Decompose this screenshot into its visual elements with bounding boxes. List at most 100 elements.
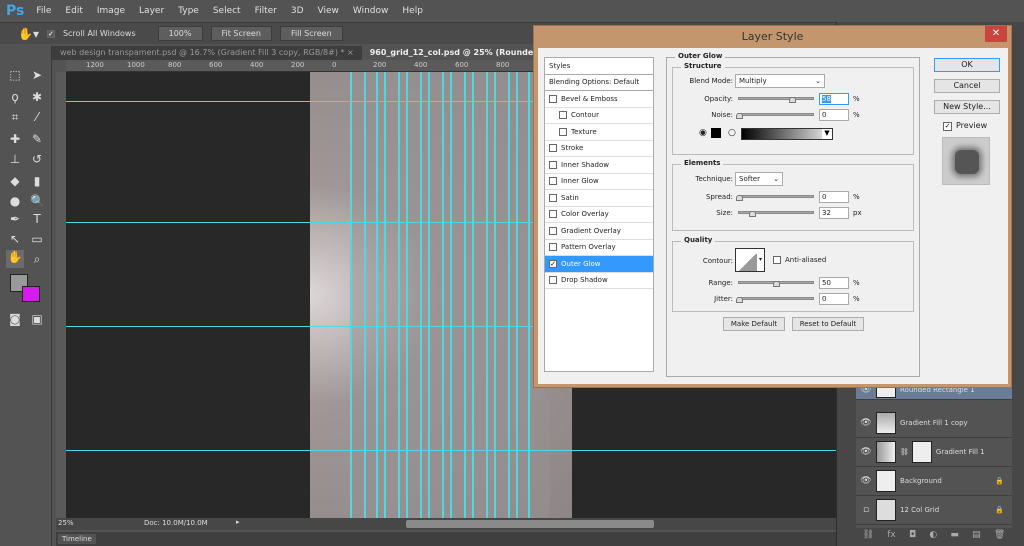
style-item-color-overlay[interactable]: Color Overlay bbox=[545, 207, 653, 223]
anti-aliased-checkbox[interactable] bbox=[773, 256, 781, 264]
vertical-guide[interactable] bbox=[384, 72, 386, 518]
blend-mode-select[interactable]: Multiply ⌄ bbox=[735, 74, 825, 88]
style-item-drop-shadow[interactable]: Drop Shadow bbox=[545, 273, 653, 289]
slider-knob[interactable] bbox=[736, 195, 743, 201]
menu-file[interactable]: File bbox=[36, 6, 51, 16]
size-input[interactable]: 32 bbox=[819, 207, 849, 219]
vertical-guide[interactable] bbox=[472, 72, 474, 518]
vertical-guide[interactable] bbox=[528, 72, 530, 518]
slider-knob[interactable] bbox=[773, 281, 780, 287]
slider-knob[interactable] bbox=[749, 211, 756, 217]
jitter-input[interactable]: 0 bbox=[819, 293, 849, 305]
vertical-guide[interactable] bbox=[420, 72, 422, 518]
menu-type[interactable]: Type bbox=[178, 6, 199, 16]
history-brush-icon[interactable]: ↺ bbox=[30, 152, 44, 166]
technique-select[interactable]: Softer ⌄ bbox=[735, 172, 783, 186]
vertical-guide[interactable] bbox=[398, 72, 400, 518]
tab-close-icon[interactable]: × bbox=[347, 48, 354, 57]
zoom-level[interactable]: 25% bbox=[58, 519, 74, 527]
menu-view[interactable]: View bbox=[318, 6, 339, 16]
tab-960-grid[interactable]: 960_grid_12_col.psd @ 25% (Rounded Recta bbox=[361, 46, 542, 60]
style-checkbox[interactable] bbox=[549, 144, 557, 153]
crop-tool-icon[interactable]: ⌗ bbox=[8, 110, 22, 124]
glow-color-swatch[interactable] bbox=[711, 128, 721, 138]
pen-tool-icon[interactable]: ✒ bbox=[8, 212, 22, 226]
vertical-guide[interactable] bbox=[428, 72, 430, 518]
vertical-guide[interactable] bbox=[450, 72, 452, 518]
vertical-guide[interactable] bbox=[364, 72, 366, 518]
quick-mask-icon[interactable]: ◙ bbox=[8, 312, 22, 326]
screen-mode-icon[interactable]: ▣ bbox=[30, 312, 44, 326]
style-item-inner-glow[interactable]: Inner Glow bbox=[545, 174, 653, 190]
menu-help[interactable]: Help bbox=[402, 6, 423, 16]
style-item-stroke[interactable]: Stroke bbox=[545, 141, 653, 157]
vertical-guide[interactable] bbox=[516, 72, 518, 518]
new-style-button[interactable]: New Style... bbox=[934, 100, 1000, 114]
style-item-contour[interactable]: Contour bbox=[545, 108, 653, 124]
add-mask-icon[interactable]: ◘ bbox=[909, 530, 916, 546]
folder-icon[interactable]: ▬ bbox=[950, 530, 959, 546]
vertical-guide[interactable] bbox=[494, 72, 496, 518]
menu-filter[interactable]: Filter bbox=[255, 6, 277, 16]
styles-header[interactable]: Styles bbox=[545, 58, 653, 75]
vertical-guide[interactable] bbox=[486, 72, 488, 518]
path-selection-icon[interactable]: ↖ bbox=[8, 232, 22, 246]
close-button[interactable]: ✕ bbox=[985, 26, 1007, 42]
hand-tool-icon[interactable]: ✋▾ bbox=[18, 27, 39, 41]
background-color-swatch[interactable] bbox=[22, 286, 40, 302]
slider-knob[interactable] bbox=[789, 97, 796, 103]
style-item-bevel-emboss[interactable]: Bevel & Emboss bbox=[545, 91, 653, 108]
zoom-tool-icon[interactable]: ⌕ bbox=[30, 252, 44, 266]
preview-checkbox[interactable]: ✓ bbox=[943, 122, 952, 131]
vertical-guide[interactable] bbox=[376, 72, 378, 518]
opacity-input[interactable]: 58 bbox=[819, 93, 849, 105]
move-tool-icon[interactable]: ➤ bbox=[30, 68, 44, 82]
eye-icon[interactable]: 👁 bbox=[856, 447, 876, 457]
range-input[interactable]: 50 bbox=[819, 277, 849, 289]
menu-image[interactable]: Image bbox=[97, 6, 125, 16]
eye-icon[interactable]: 👁 bbox=[856, 418, 876, 428]
eraser-tool-icon[interactable]: ◆ bbox=[8, 174, 22, 188]
vertical-guide[interactable] bbox=[508, 72, 510, 518]
status-menu-arrow-icon[interactable]: ▸ bbox=[236, 518, 240, 526]
style-item-pattern-overlay[interactable]: Pattern Overlay bbox=[545, 240, 653, 256]
scroll-all-windows-checkbox[interactable]: ✓ bbox=[46, 29, 55, 38]
eyedropper-icon[interactable]: ⁄ bbox=[30, 110, 44, 124]
spread-input[interactable]: 0 bbox=[819, 191, 849, 203]
slider-knob[interactable] bbox=[736, 297, 743, 303]
eye-icon[interactable]: 👁 bbox=[856, 476, 876, 486]
stamp-tool-icon[interactable]: ⊥ bbox=[8, 152, 22, 166]
jitter-slider[interactable] bbox=[736, 297, 814, 303]
menu-select[interactable]: Select bbox=[213, 6, 241, 16]
gradient-radio[interactable]: ○ bbox=[728, 128, 736, 138]
horizontal-guide[interactable] bbox=[66, 450, 836, 451]
style-item-texture[interactable]: Texture bbox=[545, 124, 653, 141]
vertical-guide[interactable] bbox=[464, 72, 466, 518]
style-checkbox[interactable] bbox=[549, 160, 557, 169]
opacity-slider[interactable] bbox=[738, 97, 814, 103]
marquee-tool-icon[interactable]: ⬚ bbox=[8, 68, 22, 82]
style-checkbox[interactable] bbox=[559, 127, 567, 136]
type-tool-icon[interactable]: T bbox=[30, 212, 44, 226]
style-item-gradient-overlay[interactable]: Gradient Overlay bbox=[545, 223, 653, 240]
style-checkbox[interactable] bbox=[549, 210, 557, 219]
blur-tool-icon[interactable]: ● bbox=[8, 194, 22, 208]
style-checkbox[interactable] bbox=[549, 94, 557, 103]
adjustment-icon[interactable]: ◐ bbox=[929, 530, 937, 546]
cancel-button[interactable]: Cancel bbox=[934, 79, 1000, 93]
fx-icon[interactable]: fx bbox=[887, 530, 896, 546]
zoom-100-button[interactable]: 100% bbox=[157, 26, 203, 41]
contour-picker[interactable]: ▾ bbox=[735, 248, 765, 272]
link-layers-icon[interactable]: ⛓ bbox=[863, 530, 874, 546]
solid-color-radio[interactable]: ◉ bbox=[699, 128, 707, 138]
spread-slider[interactable] bbox=[736, 195, 814, 201]
brush-tool-icon[interactable]: ✎ bbox=[30, 132, 44, 146]
reset-to-default-button[interactable]: Reset to Default bbox=[792, 317, 864, 331]
noise-input[interactable]: 0 bbox=[819, 109, 849, 121]
shape-tool-icon[interactable]: ▭ bbox=[30, 232, 44, 246]
fit-screen-button[interactable]: Fit Screen bbox=[210, 26, 272, 41]
style-checkbox[interactable] bbox=[559, 111, 567, 120]
style-checkbox[interactable] bbox=[549, 243, 557, 252]
lasso-tool-icon[interactable]: ϙ bbox=[8, 90, 22, 104]
slider-knob[interactable] bbox=[736, 113, 743, 119]
